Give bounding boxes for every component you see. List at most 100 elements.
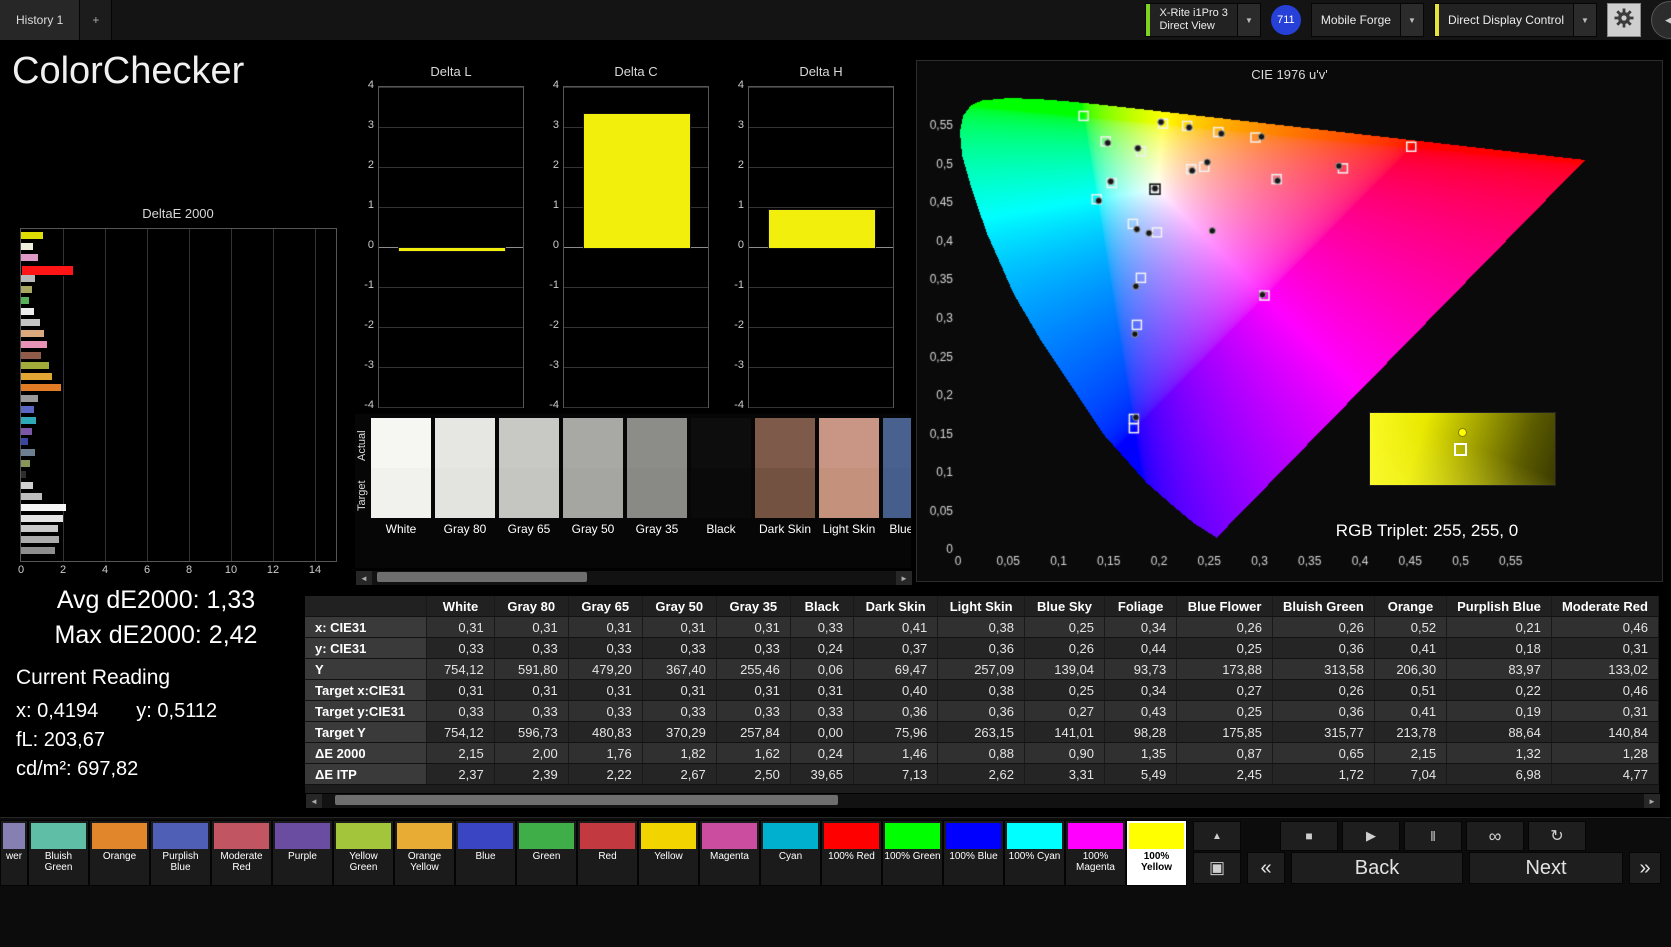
gridline [105,229,106,561]
collapse-panel-button[interactable]: ◀ [1651,1,1671,39]
patch-cyan[interactable]: Cyan [760,820,821,886]
swatch-actual-color [435,418,495,468]
swatch-gray-80: Gray 80 [435,418,495,564]
patch-100-red[interactable]: 100% Red [821,820,882,886]
patch-yellow-green[interactable]: Yellow Green [333,820,394,886]
last-page-button[interactable]: » [1629,852,1661,884]
gridline [749,207,893,208]
scrollbar-track[interactable] [322,794,1644,808]
y-axis-tick-label: 3 [737,119,744,131]
chevron-down-icon[interactable]: ▼ [1236,4,1260,36]
pattern-source-dropdown[interactable]: Mobile Forge ▼ [1310,3,1424,37]
patch-100-magenta[interactable]: 100% Magenta [1065,820,1126,886]
delta-l-chart: Delta L 4 3 2 1 0 -1 -2 -3 -4 [352,64,528,436]
patch-bluish-green[interactable]: Bluish Green [28,820,89,886]
patch-purple[interactable]: Purple [272,820,333,886]
patch-blue[interactable]: Blue [455,820,516,886]
swatch-target-color [819,468,879,518]
gridline [749,127,893,128]
patch-red[interactable]: Red [577,820,638,886]
patch-color-chip [641,823,696,849]
chart-title: Delta L [430,64,472,79]
swatch-scrollbar[interactable]: ◄ ► [355,570,913,586]
swatch-target-color [563,468,623,518]
settings-button[interactable] [1607,3,1641,37]
chevron-down-icon[interactable]: ▼ [1399,4,1423,36]
table-row: x: CIE31 0,31 0,31 0,31 0,31 0,31 0,33 0,41 0,38… [305,616,1659,638]
patch-100-yellow[interactable]: 100% Yellow [1126,820,1187,886]
measured-point-marker [1458,428,1467,437]
delta-bar [397,247,507,252]
repeat-button[interactable]: ↻ [1528,821,1586,851]
next-button[interactable]: Next [1469,852,1623,884]
table-cell: 0,33 [642,700,717,722]
table-corner-cell [305,596,428,617]
patch-purplish-blue[interactable]: Purplish Blue [150,820,211,886]
table-cell: 0,46 [1551,616,1659,638]
table-cell: 367,40 [642,658,717,680]
table-cell: 754,12 [426,721,495,743]
table-row: ΔE 2000 2,15 2,00 1,76 1,82 1,62 0,24 1,46 0,88 0… [305,742,1659,764]
patch-orange-yellow[interactable]: Orange Yellow [394,820,455,886]
pattern-window-button[interactable]: ▣ [1193,852,1241,884]
patch-moderate-red[interactable]: Moderate Red [211,820,272,886]
table-cell: 315,77 [1272,721,1375,743]
gridline [564,287,708,288]
scroll-up-button[interactable]: ▲ [1193,821,1241,851]
patch-100-blue[interactable]: 100% Blue [943,820,1004,886]
tab-label: History 1 [16,13,64,27]
table-scrollbar[interactable]: ◄ ► [305,793,1661,809]
delta-e-bar [21,427,32,435]
patch-color-chip [3,823,25,849]
pause-button[interactable]: ‖ [1404,821,1462,851]
scrollbar-track[interactable] [372,571,896,585]
tab-history-1[interactable]: History 1 [0,0,81,40]
patch-label: Orange Yellow [407,851,442,873]
patch-wer[interactable]: wer [0,820,28,886]
table-cell: 0,36 [1272,637,1375,659]
scroll-left-button[interactable]: ◄ [306,794,322,808]
delta-c-chart: Delta C 4 3 2 1 0 -1 -2 -3 -4 [537,64,713,436]
table-cell: 0,31 [642,679,717,701]
table-cell: 1,62 [716,742,791,764]
patch-magenta[interactable]: Magenta [699,820,760,886]
measurement-table: White Gray 80 Gray 65 Gray 50 Gray 35 Black Da… [305,596,1659,793]
y-axis-tick-label: 3 [552,119,559,131]
chevron-down-icon[interactable]: ▼ [1573,4,1596,36]
plus-icon: + [92,13,100,27]
patch-green[interactable]: Green [516,820,577,886]
table-cell: 0,31 [642,616,717,638]
display-control-dropdown[interactable]: Direct Display Control ▼ [1433,3,1597,37]
chart-title: Delta C [614,64,658,79]
meter-dropdown[interactable]: X-Rite i1Pro 3 Direct View ▼ [1145,3,1261,37]
scroll-right-button[interactable]: ► [896,571,912,585]
scroll-right-button[interactable]: ► [1644,794,1660,808]
patch-100-green[interactable]: 100% Green [882,820,943,886]
table-cell: 0,33 [790,700,855,722]
delta-e-bar [21,449,35,457]
patch-color-chip [580,823,635,849]
patch-yellow[interactable]: Yellow [638,820,699,886]
patch-orange[interactable]: Orange [89,820,150,886]
table-cell: 1,72 [1272,763,1375,785]
chart-plot [20,228,337,562]
first-page-button[interactable]: « [1247,852,1285,884]
swatch-gray-50: Gray 50 [563,418,623,564]
row-label: y: CIE31 [305,637,428,659]
stop-button[interactable]: ■ [1280,821,1338,851]
back-button[interactable]: Back [1291,852,1463,884]
row-label: x: CIE31 [305,616,428,638]
scrollbar-thumb[interactable] [335,795,838,805]
delta-e-bar [21,438,29,446]
scroll-left-button[interactable]: ◄ [356,571,372,585]
table-cell: 370,29 [642,721,717,743]
new-tab-button[interactable]: + [80,0,113,40]
play-button[interactable]: ▶ [1342,821,1400,851]
patch-100-cyan[interactable]: 100% Cyan [1004,820,1065,886]
scrollbar-thumb[interactable] [377,572,587,582]
continuous-measure-button[interactable]: ∞ [1466,821,1524,851]
table-cell: 1,76 [568,742,643,764]
measurement-count-badge[interactable]: 711 [1270,5,1301,35]
x-axis-tick-label: 10 [224,564,238,576]
table-cell: 0,33 [642,637,717,659]
